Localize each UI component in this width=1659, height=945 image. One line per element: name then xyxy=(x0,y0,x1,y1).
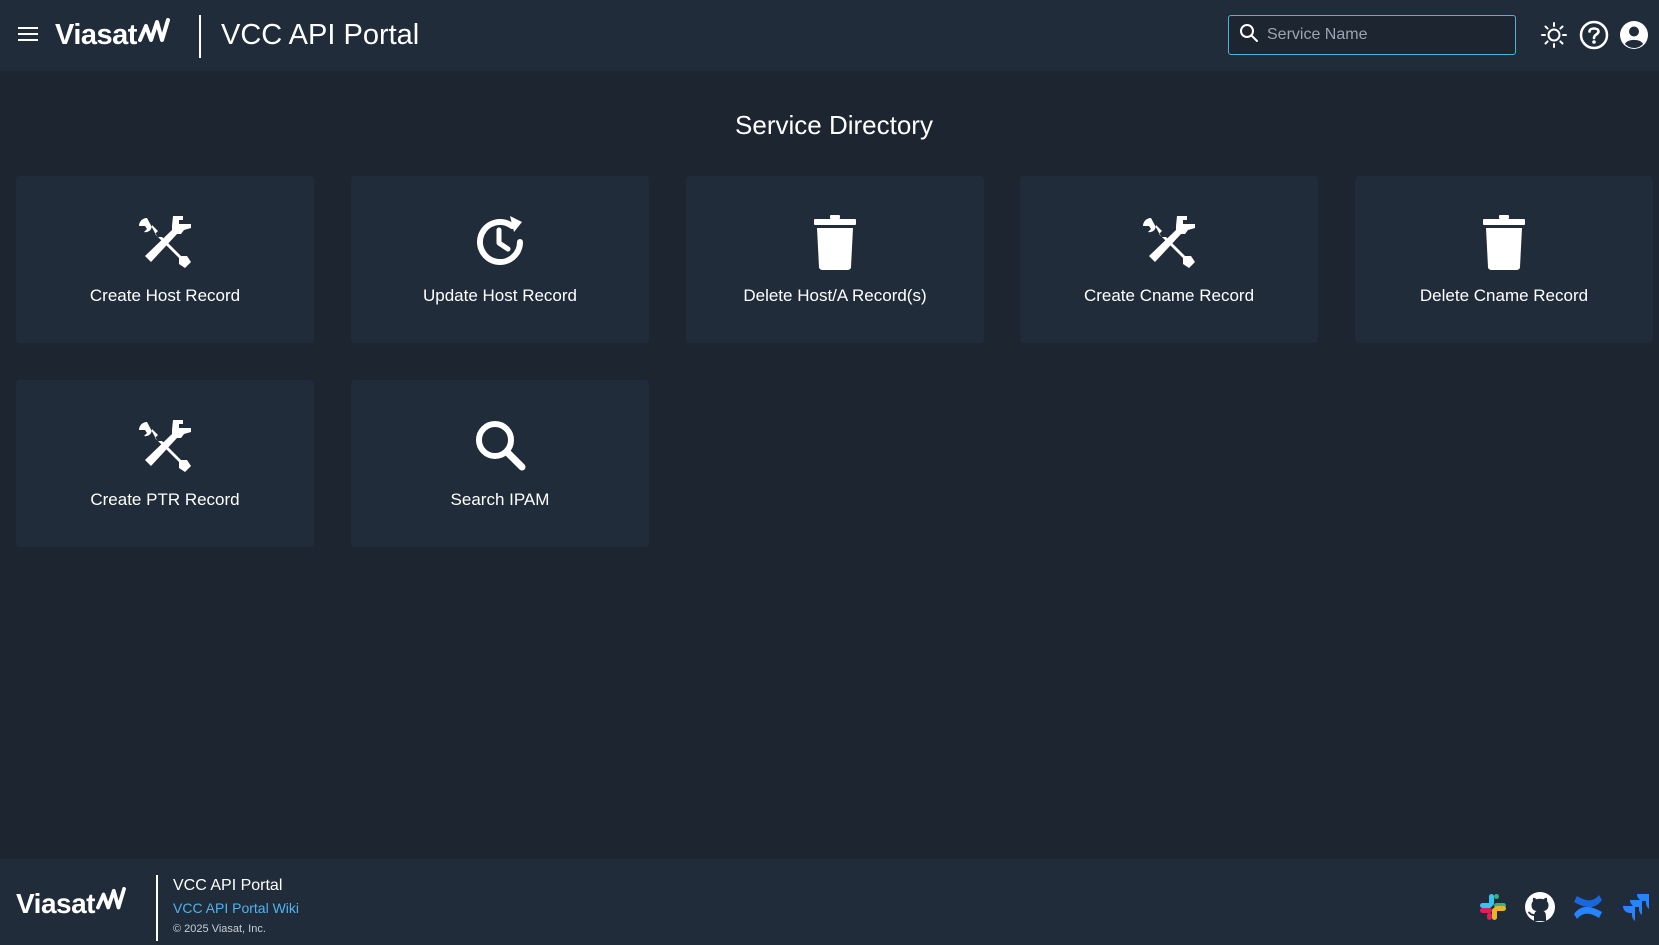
github-icon[interactable] xyxy=(1524,891,1556,923)
tools-icon xyxy=(1139,212,1199,272)
card-create-cname-record[interactable]: Create Cname Record xyxy=(1020,176,1318,343)
theme-toggle-icon[interactable] xyxy=(1537,18,1571,52)
page-title: Service Directory xyxy=(735,110,933,140)
trash-icon xyxy=(1474,212,1534,272)
footer-title: VCC API Portal xyxy=(173,877,283,894)
app-title: VCC API Portal xyxy=(221,19,420,51)
update-clock-icon xyxy=(470,212,530,272)
footer-logo-text: Viasat xyxy=(16,888,96,919)
header-divider xyxy=(199,15,201,58)
footer-divider xyxy=(156,875,158,941)
card-delete-host-a-records[interactable]: Delete Host/A Record(s) xyxy=(686,176,984,343)
tools-icon xyxy=(135,416,195,476)
logo-text: Viasat xyxy=(55,19,137,51)
footer-viasat-logo[interactable]: Viasat xyxy=(16,887,127,920)
footer: Viasat VCC API Portal VCC API Portal Wik… xyxy=(0,859,1659,945)
search-input[interactable] xyxy=(1267,26,1507,44)
tools-icon xyxy=(135,212,195,272)
service-search[interactable] xyxy=(1228,15,1516,55)
card-search-ipam[interactable]: Search IPAM xyxy=(351,380,649,547)
card-label: Update Host Record xyxy=(422,286,578,305)
app-root: Viasat VCC API Portal Service Name Servi… xyxy=(0,0,1659,945)
card-create-host-record[interactable]: Create Host Record xyxy=(16,176,314,343)
search-icon xyxy=(1239,23,1259,48)
wiki-link[interactable]: VCC API Portal Wiki xyxy=(173,899,299,917)
account-icon[interactable] xyxy=(1617,18,1651,52)
confluence-icon[interactable] xyxy=(1572,891,1604,923)
card-update-host-record[interactable]: Update Host Record xyxy=(351,176,649,343)
trash-icon xyxy=(805,212,865,272)
slack-icon[interactable] xyxy=(1477,891,1509,923)
card-label: Create Host Record xyxy=(89,286,241,305)
logo-wave-icon xyxy=(137,18,170,42)
card-label: Create Cname Record xyxy=(1083,286,1255,305)
card-label: Search IPAM xyxy=(450,490,550,509)
help-icon[interactable] xyxy=(1577,18,1611,52)
top-header: Viasat VCC API Portal xyxy=(0,0,1659,71)
search-icon xyxy=(470,416,530,476)
card-create-ptr-record[interactable]: Create PTR Record xyxy=(16,380,314,547)
jira-icon[interactable] xyxy=(1620,891,1652,923)
viasat-logo[interactable]: Viasat xyxy=(55,8,170,54)
card-label: Delete Host/A Record(s) xyxy=(743,286,927,305)
copyright: © 2025 Viasat, Inc. xyxy=(173,923,266,935)
card-label: Delete Cname Record xyxy=(1419,286,1589,305)
logo-wave-icon xyxy=(96,887,126,910)
card-label: Create PTR Record xyxy=(90,490,240,509)
card-delete-cname-record[interactable]: Delete Cname Record xyxy=(1355,176,1653,343)
menu-icon[interactable] xyxy=(16,22,40,46)
